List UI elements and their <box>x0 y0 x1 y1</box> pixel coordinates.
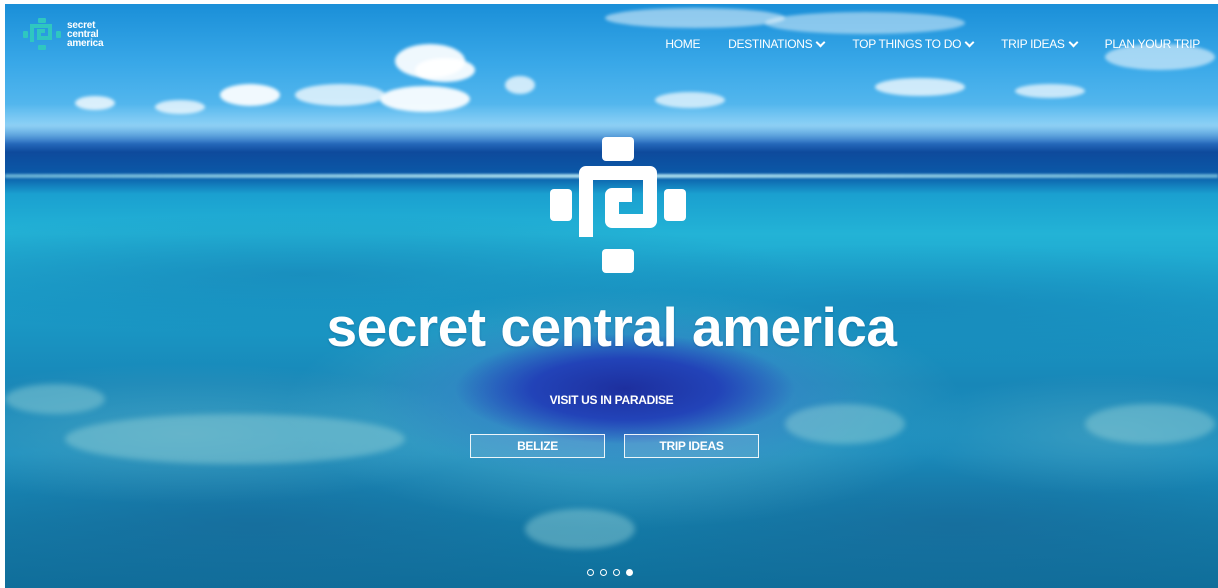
chevron-down-icon <box>815 37 826 47</box>
slider-dot-4-active[interactable] <box>626 569 633 576</box>
nav-item-top-things-to-do[interactable]: TOP THINGS TO DO <box>852 37 975 51</box>
brand-wordmark: secret central america <box>67 20 104 49</box>
nav-item-plan-your-trip[interactable]: PLAN YOUR TRIP <box>1104 37 1201 51</box>
belize-button[interactable]: BELIZE <box>470 434 605 458</box>
nav-item-destinations[interactable]: DESTINATIONS <box>728 37 826 51</box>
chevron-down-icon <box>1068 37 1079 47</box>
nav-item-label: PLAN YOUR TRIP <box>1104 37 1201 51</box>
cloud <box>155 100 205 114</box>
brand-symbol-icon <box>23 18 61 50</box>
nav-item-label: TRIP IDEAS <box>1001 37 1065 51</box>
slider-dot-1[interactable] <box>587 569 594 576</box>
nav-item-label: DESTINATIONS <box>728 37 813 51</box>
cloud <box>295 84 385 106</box>
main-nav: HOME DESTINATIONS TOP THINGS TO DO TRIP … <box>665 37 1200 51</box>
reef-patch <box>525 509 635 549</box>
cloud <box>415 58 475 82</box>
secret-central-america-symbol-icon <box>550 137 686 273</box>
nav-item-home[interactable]: HOME <box>665 37 700 51</box>
chevron-down-icon <box>964 37 975 47</box>
slider-dot-3[interactable] <box>613 569 620 576</box>
cloud <box>505 76 535 94</box>
cloud <box>765 12 965 34</box>
cloud <box>1015 84 1085 98</box>
hero-title: secret central america <box>326 296 897 358</box>
brand-line-3: america <box>67 37 104 49</box>
cloud <box>75 96 115 110</box>
reef-patch <box>1085 404 1215 444</box>
hero-subtitle: VISIT US IN PARADISE <box>549 393 674 407</box>
hero-section: secret central america HOME DESTINATIONS… <box>5 4 1218 588</box>
reef-patch <box>785 404 905 444</box>
trip-ideas-button[interactable]: TRIP IDEAS <box>624 434 759 458</box>
cloud <box>875 78 965 96</box>
slider-dot-2[interactable] <box>600 569 607 576</box>
cloud <box>220 84 280 106</box>
cloud <box>380 86 470 112</box>
brand-logo[interactable]: secret central america <box>23 18 104 50</box>
cloud <box>605 8 785 28</box>
nav-item-trip-ideas[interactable]: TRIP IDEAS <box>1001 37 1079 51</box>
nav-item-label: HOME <box>665 37 701 51</box>
slider-pagination <box>587 569 633 576</box>
reef-patch <box>65 414 405 464</box>
nav-item-label: TOP THINGS TO DO <box>852 37 962 51</box>
cloud <box>655 92 725 108</box>
